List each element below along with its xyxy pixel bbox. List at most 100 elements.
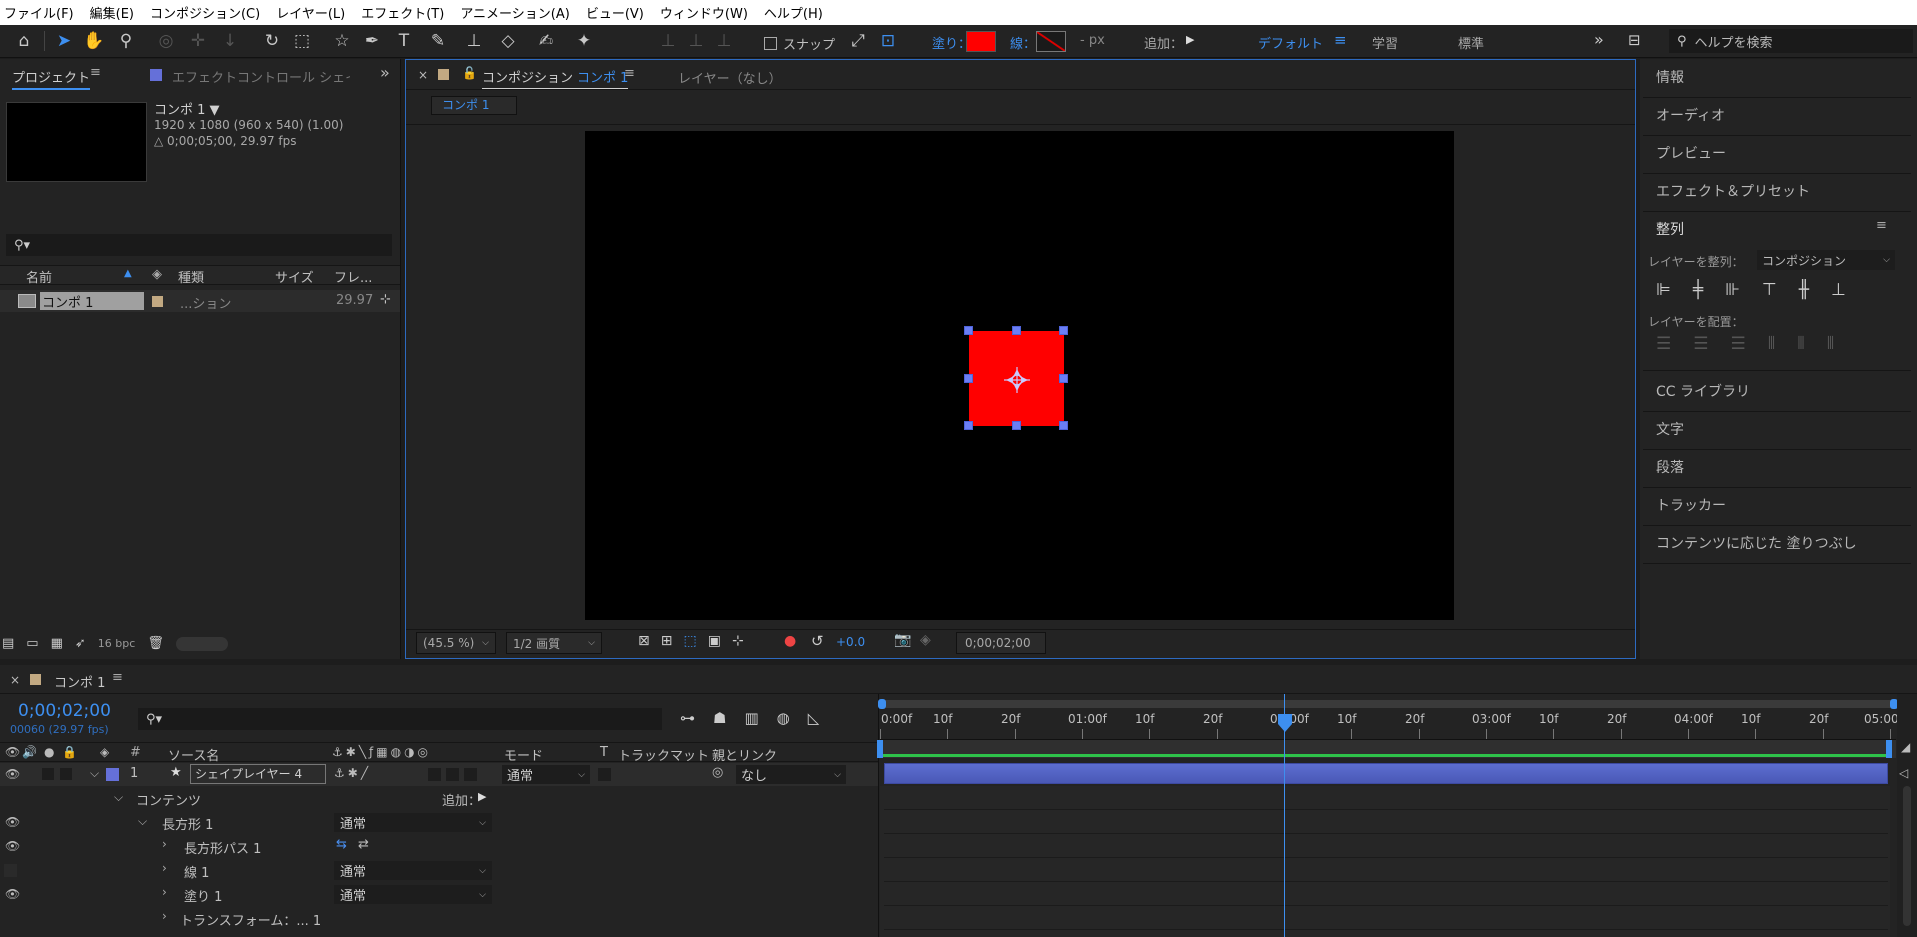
motion-blur-icon[interactable]: ◍ (777, 709, 790, 727)
property-row[interactable]: › 線 1 通常 ⌵ (0, 859, 878, 882)
frame-blending-icon[interactable]: ▥ (744, 709, 758, 727)
panel-paragraph[interactable]: 段落 (1656, 457, 1684, 477)
contents-add-label[interactable]: 追加： (442, 790, 481, 809)
transform-handle[interactable] (1059, 326, 1068, 335)
clone-stamp-icon[interactable]: ⊥ (462, 29, 486, 53)
layer-row[interactable]: 👁 ⌵ 1 ★ シェイプレイヤー 4 ⚓✱╱ 通常 ⌵ ◎ なし ⌵ (0, 763, 878, 786)
panel-audio[interactable]: オーディオ (1656, 105, 1725, 125)
col-name[interactable]: 名前 (26, 267, 52, 286)
snap-mode-icon[interactable]: ⊡ (876, 29, 900, 53)
panel-cc-libraries[interactable]: CC ライブラリ (1656, 381, 1750, 401)
lock-toggle[interactable] (60, 768, 72, 780)
dolly-tool-icon[interactable]: ↓ (218, 29, 242, 53)
panel-effects-presets[interactable]: エフェクト＆プリセット (1656, 181, 1810, 201)
project-menu-icon[interactable]: ≡ (90, 65, 101, 80)
align-left-icon[interactable]: ⊫ (1656, 280, 1671, 300)
pan-tool-icon[interactable]: ✛ (186, 29, 210, 53)
resolution-dropdown[interactable]: 1/2 画質 ⌵ (506, 632, 602, 654)
tab-project[interactable]: プロジェクト (12, 67, 91, 90)
distribute-vcenter-icon[interactable]: ☰ (1693, 334, 1708, 354)
snap-toggle[interactable]: スナップ (764, 34, 835, 53)
panel-preview[interactable]: プレビュー (1656, 143, 1726, 163)
work-area-bar[interactable] (877, 740, 1896, 758)
chevron-down-icon[interactable]: ⌵ (90, 766, 99, 781)
layer-switches-icon[interactable]: ⚓✱╲ƒ▦◍◑◎ (332, 745, 431, 759)
pick-whip-icon[interactable]: ◎ (712, 765, 723, 780)
add-play-icon[interactable]: ▶ (1186, 33, 1194, 46)
workspace-standard[interactable]: 標準 (1458, 33, 1484, 52)
breadcrumb-comp[interactable]: コンポ 1 (442, 98, 489, 112)
pen-tool-icon[interactable]: ✒ (360, 29, 384, 53)
orbit-tool-icon[interactable]: ◎ (154, 29, 178, 53)
audio-icon[interactable]: 🔊 (22, 745, 37, 759)
composition-canvas[interactable] (585, 131, 1454, 620)
chevron-right-icon[interactable]: › (162, 861, 167, 875)
bit-depth[interactable]: 16 bpc (98, 637, 136, 650)
zoom-tool-icon[interactable]: ⚲ (114, 29, 138, 53)
timeline-current-time[interactable]: 0;00;02;00 (18, 701, 111, 721)
lock-icon[interactable]: 🔓 (462, 66, 477, 80)
lock-icon[interactable]: 🔒 (62, 745, 77, 759)
chevron-right-icon[interactable]: › (162, 885, 167, 899)
project-item-name[interactable]: コンポ 1 (40, 292, 144, 311)
comp-button-icon[interactable]: ◁ (1899, 766, 1908, 780)
menu-view[interactable]: ビュー(V) (586, 3, 644, 22)
transform-handle[interactable] (964, 421, 973, 430)
workspace-overflow-icon[interactable]: » (1594, 30, 1604, 49)
menu-window[interactable]: ウィンドウ(W) (660, 3, 748, 22)
panel-align[interactable]: 整列 (1656, 219, 1684, 239)
video-eye-icon[interactable]: 👁 (5, 745, 20, 759)
eye-icon[interactable]: 👁 (5, 815, 20, 829)
tab-timeline-comp[interactable]: コンポ 1 (54, 672, 105, 691)
help-search-input[interactable]: ヘルプを検索 (1695, 32, 1773, 51)
layer-switches[interactable]: ⚓✱╱ (334, 766, 371, 780)
menu-effect[interactable]: エフェクト(T) (361, 3, 444, 22)
axis-view-icon[interactable]: ⊥ (712, 29, 736, 53)
col-type[interactable]: 種類 (178, 267, 204, 286)
panel-info[interactable]: 情報 (1656, 67, 1684, 87)
work-area-end[interactable] (1886, 740, 1892, 758)
anchor-tool-icon[interactable]: ⬚ (290, 29, 314, 53)
mask-visibility-icon[interactable]: ⬚ (683, 633, 696, 649)
col-size[interactable]: サイズ (275, 267, 314, 286)
menu-file[interactable]: ファイル(F) (4, 3, 74, 22)
graph-editor-icon[interactable]: ◺ (808, 709, 820, 727)
roto-brush-icon[interactable]: ✍ (534, 29, 558, 53)
flowchart-icon[interactable]: ⊹ (380, 292, 391, 307)
switch-toggle[interactable] (446, 768, 459, 781)
render-icon[interactable]: ➶ (75, 636, 86, 651)
brush-tool-icon[interactable]: ✎ (426, 29, 450, 53)
menu-help[interactable]: ヘルプ(H) (764, 3, 823, 22)
timeline-search[interactable]: ⚲▾ (138, 708, 662, 730)
chevron-right-icon[interactable]: › (162, 837, 167, 851)
align-to-dropdown[interactable]: コンポジション ⌵ (1757, 250, 1895, 270)
property-row[interactable]: 👁 › 塗り 1 通常 ⌵ (0, 883, 878, 906)
label-tag-icon[interactable]: ◈ (100, 745, 109, 759)
zoom-dropdown[interactable]: (45.5 %) ⌵ (416, 632, 496, 654)
property-mode-dropdown[interactable]: 通常 ⌵ (334, 885, 492, 904)
panel-tracker[interactable]: トラッカー (1656, 495, 1726, 515)
switch-toggle[interactable] (428, 768, 441, 781)
contents-row[interactable]: ⌵ コンテンツ 追加： ▶ (0, 787, 878, 810)
transform-handle[interactable] (1059, 374, 1068, 383)
type-tool-icon[interactable]: T (392, 29, 416, 53)
align-vcenter-icon[interactable]: ╫ (1799, 280, 1809, 300)
snap-options-icon[interactable]: ⤢ (846, 29, 870, 53)
axis-local-icon[interactable]: ⊥ (656, 29, 680, 53)
eye-toggle-off[interactable] (4, 864, 17, 877)
shy-layers-icon[interactable]: ☗ (713, 709, 726, 727)
playhead-marker-icon[interactable] (1276, 714, 1294, 734)
exposure-value[interactable]: +0.0 (836, 635, 865, 649)
fast-preview-icon[interactable]: ⊠ (638, 633, 650, 649)
col-track-matte[interactable]: トラックマット (618, 745, 709, 764)
col-parent-link[interactable]: 親とリンク (712, 745, 777, 764)
thumbnail-slider[interactable] (175, 636, 228, 651)
solo-icon[interactable]: ● (44, 745, 54, 759)
col-layer-number[interactable]: # (130, 745, 141, 760)
stroke-label[interactable]: 線： (1010, 33, 1036, 52)
panel-content-aware-fill[interactable]: コンテンツに応じた 塗りつぶし (1656, 533, 1857, 553)
workspace-menu-icon[interactable]: ≡ (1334, 31, 1347, 49)
panel-overflow-icon[interactable]: » (380, 63, 390, 82)
help-search[interactable]: ⚲ ヘルプを検索 (1669, 29, 1913, 53)
shape-tool-icon[interactable]: ☆ (330, 29, 354, 53)
